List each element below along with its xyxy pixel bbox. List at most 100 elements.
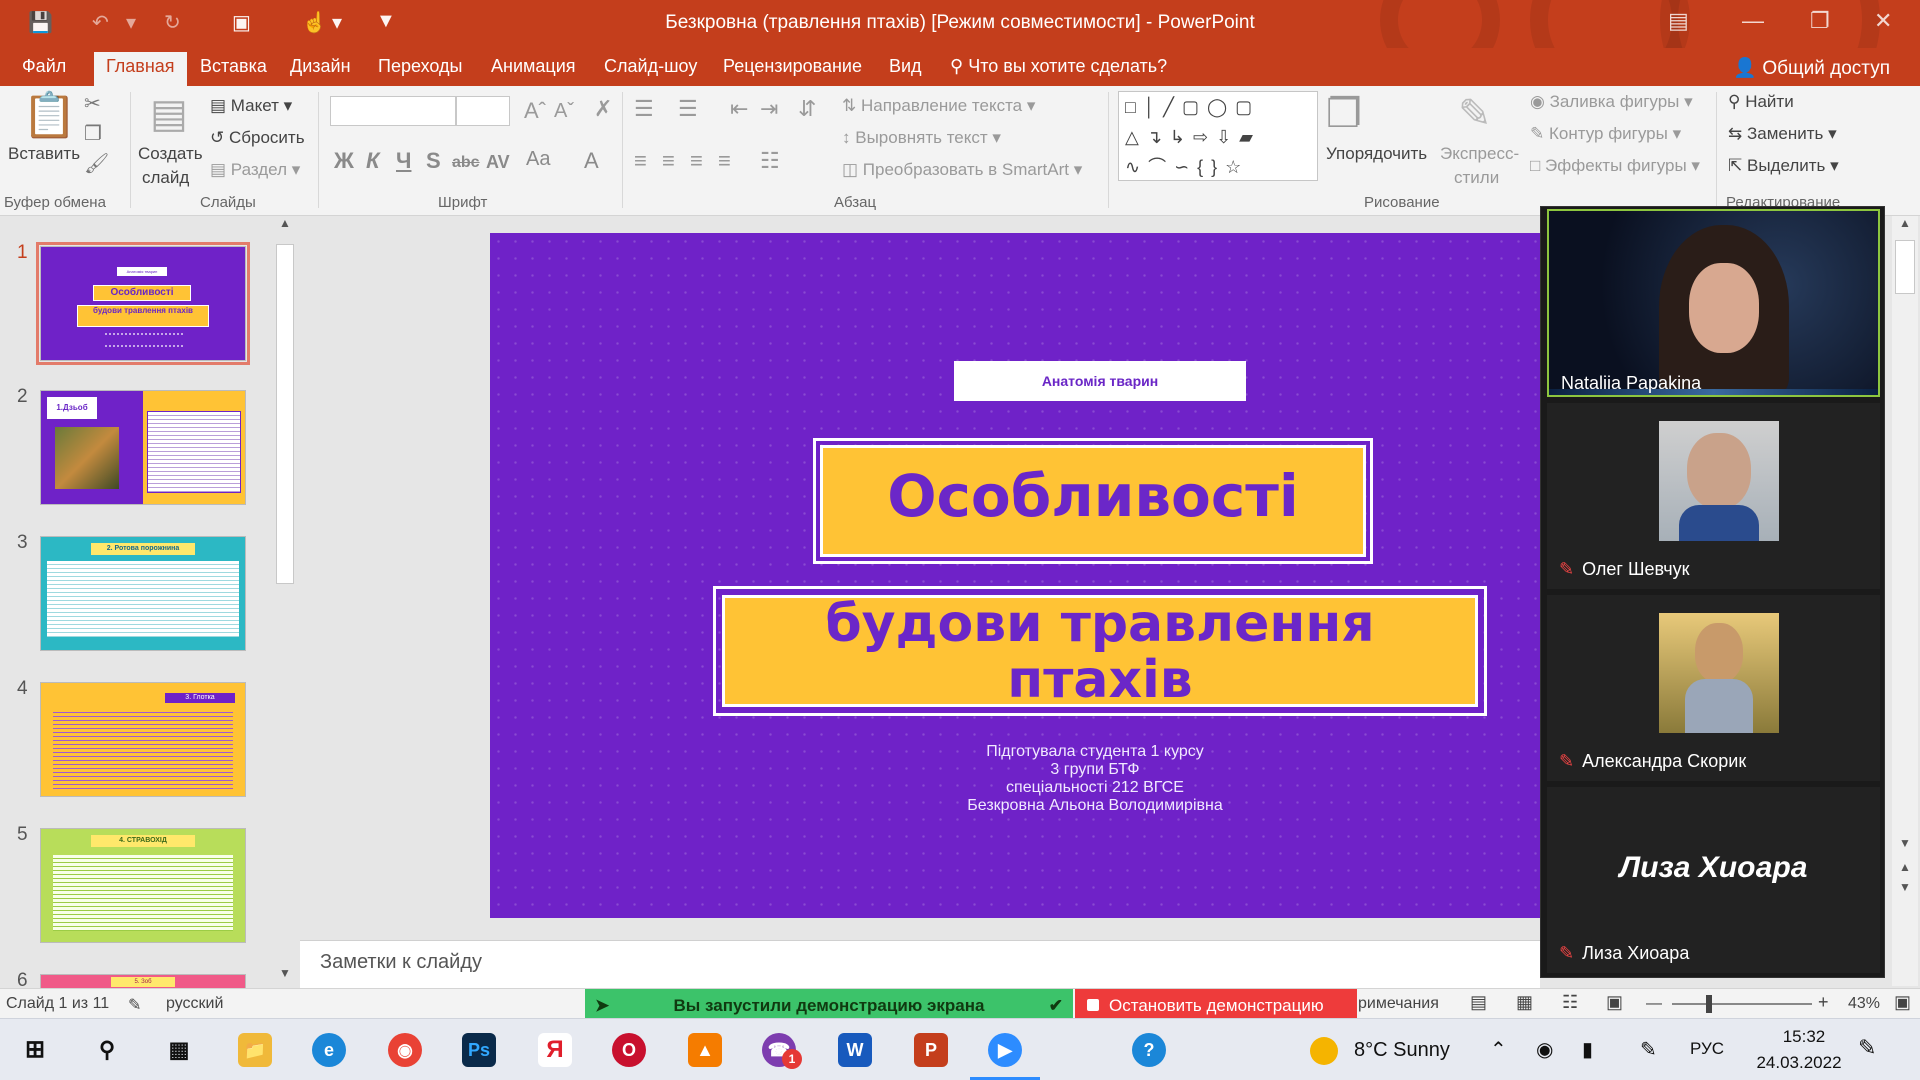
font-name-field[interactable] [330, 96, 456, 126]
slide-thumbnail-2[interactable]: 1.Дзьоб [40, 390, 246, 505]
shape-effects-button[interactable]: □ Эффекты фигуры ▾ [1530, 156, 1700, 176]
italic-icon[interactable]: К [366, 148, 380, 174]
section-button[interactable]: ▤ Раздел ▾ [210, 160, 300, 180]
scroll-up-icon[interactable]: ▲ [1892, 216, 1918, 230]
tell-me-search[interactable]: ⚲ Что вы хотите сделать? [950, 56, 1167, 77]
reading-view-icon[interactable]: ☷ [1562, 992, 1578, 1013]
tab-file[interactable]: Файл [22, 56, 66, 77]
file-explorer-icon[interactable]: 📁 [238, 1033, 272, 1067]
help-icon[interactable]: ? [1132, 1033, 1166, 1067]
meet-icon[interactable]: ◉ [1536, 1037, 1553, 1062]
opera-icon[interactable]: O [612, 1033, 646, 1067]
zoom-slider-thumb[interactable] [1706, 995, 1712, 1013]
input-language[interactable]: РУС [1690, 1039, 1724, 1059]
smartart-button[interactable]: ◫ Преобразовать в SmartArt ▾ [842, 160, 1082, 180]
slideshow-view-icon[interactable]: ▣ [1606, 992, 1623, 1013]
strikethrough-icon[interactable]: abc [452, 154, 480, 172]
tab-transitions[interactable]: Переходы [378, 56, 462, 77]
paste-icon[interactable]: 📋 [22, 94, 77, 138]
paste-button[interactable]: Вставить [8, 144, 80, 164]
tab-animations[interactable]: Анимация [491, 56, 576, 77]
scroll-down-icon[interactable]: ▼ [274, 966, 296, 986]
columns-icon[interactable]: ☷ [760, 148, 780, 174]
word-icon[interactable]: W [838, 1033, 872, 1067]
scroll-down-icon[interactable]: ▼ [1892, 836, 1918, 850]
copy-icon[interactable]: ❐ [84, 124, 102, 144]
shape-outline-button[interactable]: ✎ Контур фигуры ▾ [1530, 124, 1681, 144]
slide-subject-label[interactable]: Анатомія тварин [954, 361, 1246, 401]
justify-icon[interactable]: ≡ [718, 148, 731, 174]
tab-insert[interactable]: Вставка [200, 56, 267, 77]
participant-tile-active[interactable]: Nataliia Papakina [1547, 209, 1880, 397]
clock-time[interactable]: 15:32 [1764, 1027, 1844, 1047]
tab-design[interactable]: Дизайн [290, 56, 351, 77]
spellcheck-icon[interactable]: ✎ [128, 995, 141, 1015]
text-direction-button[interactable]: ⇅ Направление текста ▾ [842, 96, 1035, 116]
shrink-font-icon[interactable]: Aˇ [554, 100, 574, 123]
language-status[interactable]: русский [166, 995, 223, 1013]
weather-text[interactable]: 8°C Sunny [1354, 1039, 1450, 1062]
reset-button[interactable]: ↺ Сбросить [210, 128, 305, 148]
slide-thumbnail-5[interactable]: 4. СТРАВОХІД [40, 828, 246, 943]
next-slide-icon[interactable]: ▼ [1892, 880, 1918, 894]
zoom-out-icon[interactable]: — [1646, 995, 1662, 1013]
shadow-icon[interactable]: S [426, 148, 441, 174]
bullets-icon[interactable]: ☰ [634, 96, 654, 122]
bold-icon[interactable]: Ж [334, 148, 354, 174]
shape-fill-button[interactable]: ◉ Заливка фигуры ▾ [1530, 92, 1693, 112]
zoom-slider[interactable] [1672, 995, 1812, 1013]
grow-font-icon[interactable]: Aˆ [524, 98, 546, 124]
slide-sorter-icon[interactable]: ▦ [1516, 992, 1533, 1013]
app-icon[interactable]: ▲ [688, 1033, 722, 1067]
edge-icon[interactable]: e [312, 1033, 346, 1067]
scroll-up-icon[interactable]: ▲ [274, 216, 296, 236]
clock-date[interactable]: 24.03.2022 [1744, 1053, 1854, 1073]
notification-icon[interactable]: ✎ [1858, 1035, 1876, 1061]
scroll-thumb[interactable] [1895, 240, 1915, 294]
tab-review[interactable]: Рецензирование [723, 56, 862, 77]
font-color-icon[interactable]: A [584, 148, 599, 174]
line-spacing-icon[interactable]: ⇵ [798, 96, 816, 122]
battery-icon[interactable]: ▮ [1582, 1037, 1593, 1062]
zoom-in-icon[interactable]: + [1818, 992, 1829, 1013]
font-size-field[interactable] [456, 96, 510, 126]
zoom-icon[interactable]: ▶ [988, 1033, 1022, 1067]
title-box-2[interactable]: будови травлення птахів [713, 586, 1487, 716]
comments-button[interactable]: римечания [1358, 995, 1439, 1013]
slide-canvas[interactable]: Анатомія тварин Особливості будови травл… [490, 233, 1540, 918]
arrange-icon[interactable]: ❐ [1326, 94, 1362, 134]
prev-slide-icon[interactable]: ▲ [1892, 860, 1918, 874]
tab-view[interactable]: Вид [889, 56, 922, 77]
participant-tile[interactable]: ✎ Александра Скорик [1547, 595, 1880, 781]
new-slide-icon[interactable]: ▤ [150, 94, 188, 134]
align-text-button[interactable]: ↕ Выровнять текст ▾ [842, 128, 1001, 148]
powerpoint-icon[interactable]: P [914, 1033, 948, 1067]
close-icon[interactable]: ✕ [1874, 8, 1892, 34]
maximize-icon[interactable]: ❐ [1810, 8, 1830, 34]
task-view-icon[interactable]: ▦ [162, 1033, 196, 1067]
underline-icon[interactable]: Ч [396, 148, 411, 174]
change-case-icon[interactable]: Aa [526, 148, 550, 171]
share-button[interactable]: 👤 Общий доступ [1733, 56, 1890, 80]
pen-icon[interactable]: ✎ [1640, 1037, 1657, 1062]
slide-thumbnail-4[interactable]: 3. Глотка [40, 682, 246, 797]
replace-button[interactable]: ⇆ Заменить ▾ [1728, 124, 1837, 144]
scroll-thumb[interactable] [276, 244, 294, 584]
quick-styles-icon[interactable]: ✎ [1458, 94, 1492, 134]
char-spacing-icon[interactable]: AV [486, 152, 510, 173]
align-center-icon[interactable]: ≡ [662, 148, 675, 174]
search-icon[interactable]: ⚲ [90, 1033, 124, 1067]
clear-formatting-icon[interactable]: ✗ [594, 96, 612, 122]
slide-thumbnail-6[interactable]: 5. Зоб [40, 974, 246, 988]
chevron-up-icon[interactable]: ⌃ [1490, 1037, 1507, 1062]
find-button[interactable]: ⚲ Найти [1728, 92, 1794, 112]
format-painter-icon[interactable]: 🖌 [84, 154, 109, 174]
notes-placeholder[interactable]: Заметки к слайду [320, 951, 482, 974]
author-block[interactable]: Підготувала студента 1 курсу 3 групи БТФ… [490, 743, 1540, 815]
numbering-icon[interactable]: ☰ [678, 96, 698, 122]
slide-thumbnail-1[interactable]: Анатомія тварин Особливості будови травл… [36, 242, 250, 365]
new-slide-button[interactable]: Создать [138, 144, 203, 164]
arrange-button[interactable]: Упорядочить [1326, 144, 1427, 164]
zoom-level[interactable]: 43% [1848, 995, 1880, 1013]
yandex-icon[interactable]: Я [538, 1033, 572, 1067]
